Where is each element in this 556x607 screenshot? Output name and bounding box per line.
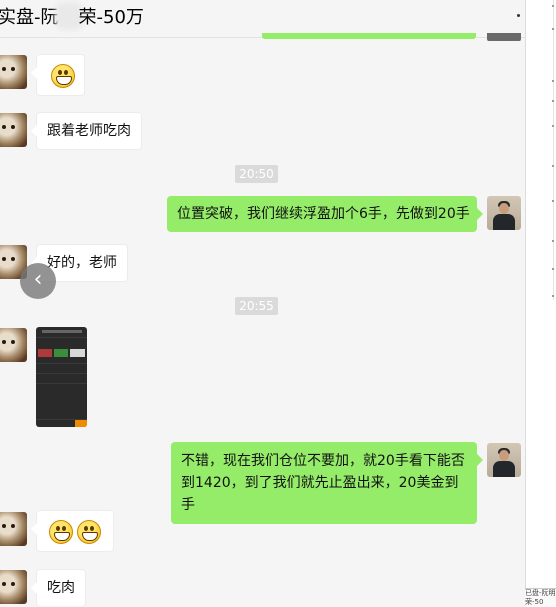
chat-title-prefix: 实盘-阮 (0, 7, 59, 28)
message-bubble-received[interactable]: 跟着老师吃肉 (31, 112, 142, 150)
avatar-contact[interactable] (0, 113, 27, 147)
more-icon[interactable] (517, 14, 520, 17)
previous-message-avatar[interactable] (487, 33, 521, 41)
previous-message-bubble (262, 33, 476, 39)
message-bubble-emoji[interactable] (31, 510, 114, 552)
side-panel (525, 0, 556, 606)
redacted-name-blur (59, 7, 78, 25)
timestamp: 20:50 (235, 165, 278, 183)
grin-emoji-icon (49, 520, 73, 544)
avatar-contact[interactable] (0, 570, 27, 604)
message-bubble-sent[interactable]: 不错，现在我们仓位不要加，就20手看下能否到1420，到了我们就先止盈出来，20… (171, 442, 483, 524)
back-arrow-icon[interactable]: ‹ (20, 263, 56, 299)
image-message-thumbnail[interactable] (36, 327, 87, 427)
message-bubble-received[interactable]: 吃肉 (31, 569, 86, 606)
taskbar-caption: 已盘-阮明荣-50 (525, 588, 556, 607)
avatar-contact[interactable] (0, 512, 27, 546)
avatar-contact[interactable] (0, 55, 27, 89)
chat-title-suffix: 荣-50万 (78, 7, 144, 28)
message-bubble-sent[interactable]: 位置突破，我们继续浮盈加个6手，先做到20手 (167, 196, 483, 232)
timestamp: 20:55 (235, 297, 278, 315)
grin-emoji-icon (77, 520, 101, 544)
chat-window: 实盘-阮 荣-50万 跟着老师吃肉 20:50 位置突破，我们继续浮盈加个6手，先… (0, 0, 525, 606)
avatar-self[interactable] (487, 196, 521, 230)
grin-emoji-icon (51, 64, 75, 88)
chat-title[interactable]: 实盘-阮 荣-50万 (0, 3, 144, 29)
avatar-contact[interactable] (0, 328, 27, 362)
message-bubble-emoji[interactable] (31, 54, 85, 96)
avatar-self[interactable] (487, 443, 521, 477)
